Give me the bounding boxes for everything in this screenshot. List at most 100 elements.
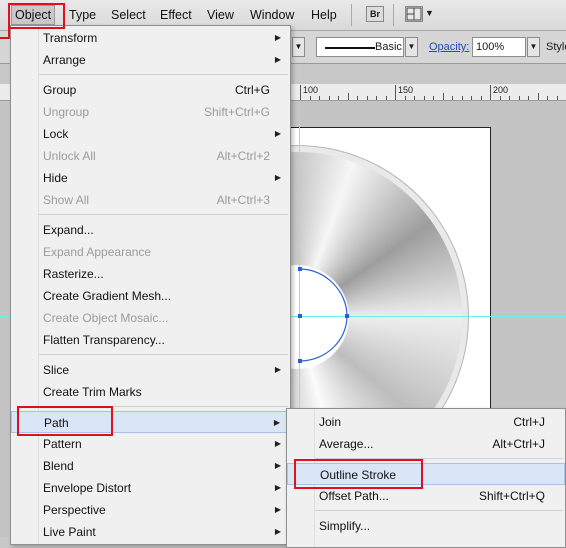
highlight-box-edge xyxy=(0,3,10,39)
ruler-tick xyxy=(481,96,482,100)
menu-item-label: Live Paint xyxy=(43,525,96,539)
ruler-label: 200 xyxy=(493,85,509,95)
ruler-tick xyxy=(395,85,396,100)
menu-item-show-all: Show All Alt+Ctrl+3 xyxy=(11,189,290,211)
menu-item-expand[interactable]: Expand... xyxy=(11,219,290,241)
ruler-tick xyxy=(329,96,330,100)
menu-item-label: Expand Appearance xyxy=(43,245,152,259)
ruler-tick xyxy=(424,96,425,100)
submenu-arrow-icon: ▶ xyxy=(274,173,281,182)
menu-item-label: Slice xyxy=(43,363,70,377)
ruler-tick xyxy=(509,96,510,100)
menu-item-perspective[interactable]: Perspective ▶ xyxy=(11,499,290,521)
grid-layout-icon[interactable] xyxy=(405,6,423,22)
submenu-arrow-icon: ▶ xyxy=(274,365,281,374)
menu-item-slice[interactable]: Slice ▶ xyxy=(11,359,290,381)
menu-item-shortcut: Ctrl+J xyxy=(513,415,545,429)
menu-item-label: Unlock All xyxy=(43,149,96,163)
menu-item-label: Hide xyxy=(43,171,68,185)
stroke-weight-dropdown[interactable]: ▼ xyxy=(292,37,305,57)
ruler-tick xyxy=(414,96,415,100)
menu-item-shortcut: Alt+Ctrl+J xyxy=(492,437,545,451)
ruler-tick xyxy=(310,96,311,100)
menu-item-flatten-transparency[interactable]: Flatten Transparency... xyxy=(11,329,290,351)
bridge-button[interactable]: Br xyxy=(366,6,384,22)
menu-item-label: Ungroup xyxy=(43,105,90,119)
submenu-arrow-icon: ▶ xyxy=(274,33,281,42)
menu-item-label: Create Gradient Mesh... xyxy=(43,289,172,303)
ruler-label: 150 xyxy=(398,85,414,95)
object-menu: Transform ▶ Arrange ▶ Group Ctrl+G Ungroup Shif… xyxy=(10,25,291,545)
menu-window[interactable]: Window xyxy=(247,6,297,24)
style-label[interactable]: Style xyxy=(546,41,566,53)
ruler-tick xyxy=(538,93,539,100)
ruler-tick xyxy=(376,96,377,100)
ruler-tick xyxy=(319,96,320,100)
submenu-arrow-icon: ▶ xyxy=(274,439,281,448)
submenu-arrow-icon: ▶ xyxy=(274,505,281,514)
menu-item-label: Create Trim Marks xyxy=(43,385,142,399)
menu-item-expand-appearance: Expand Appearance xyxy=(11,241,290,263)
highlight-box-outline-stroke xyxy=(294,459,423,489)
menu-item-envelope-distort[interactable]: Envelope Distort ▶ xyxy=(11,477,290,499)
menu-item-rasterize[interactable]: Rasterize... xyxy=(11,263,290,285)
menu-item-live-paint[interactable]: Live Paint ▶ xyxy=(11,521,290,543)
ruler-label: 100 xyxy=(303,85,319,95)
ruler-tick xyxy=(557,96,558,100)
ruler-tick xyxy=(405,96,406,100)
menu-item-label: Average... xyxy=(319,437,374,451)
menu-item-create-trim-marks[interactable]: Create Trim Marks xyxy=(11,381,290,403)
menu-item-label: Expand... xyxy=(43,223,94,237)
ruler-tick xyxy=(452,96,453,100)
menu-item-unlock-all: Unlock All Alt+Ctrl+2 xyxy=(11,145,290,167)
ruler-tick xyxy=(528,96,529,100)
opacity-label[interactable]: Opacity: xyxy=(429,41,469,53)
stroke-style-dropdown[interactable]: ▼ xyxy=(405,37,418,57)
menu-item-hide[interactable]: Hide ▶ xyxy=(11,167,290,189)
menu-item-create-object-mosaic: Create Object Mosaic... xyxy=(11,307,290,329)
menu-item-label: Create Object Mosaic... xyxy=(43,311,169,325)
chevron-down-icon[interactable]: ▼ xyxy=(425,8,434,18)
menu-view[interactable]: View xyxy=(204,6,237,24)
menu-item-label: Show All xyxy=(43,193,90,207)
submenu-arrow-icon: ▶ xyxy=(273,418,280,427)
submenu-arrow-icon: ▶ xyxy=(274,129,281,138)
stroke-style-select[interactable]: Basic xyxy=(316,37,404,57)
menu-item-arrange[interactable]: Arrange ▶ xyxy=(11,49,290,71)
opacity-dropdown[interactable]: ▼ xyxy=(527,37,540,57)
ruler-tick xyxy=(348,93,349,100)
menu-separator xyxy=(39,74,288,75)
menu-item-group[interactable]: Group Ctrl+G xyxy=(11,79,290,101)
opacity-input[interactable]: 100% xyxy=(472,37,526,57)
menu-separator xyxy=(351,4,352,26)
menu-item-shortcut: Shift+Ctrl+Q xyxy=(478,489,545,503)
menu-item-pattern[interactable]: Pattern ▶ xyxy=(11,433,290,455)
ruler-tick xyxy=(519,96,520,100)
menu-separator xyxy=(315,510,563,511)
ruler-tick xyxy=(462,96,463,100)
menu-item-label: Simplify... xyxy=(319,519,371,533)
menu-item-shortcut: Ctrl+G xyxy=(234,83,270,97)
menu-help[interactable]: Help xyxy=(308,6,340,24)
stroke-style-value: Basic xyxy=(375,41,402,53)
menu-item-blend[interactable]: Blend ▶ xyxy=(11,455,290,477)
menu-item-label: Arrange xyxy=(43,53,86,67)
menu-select[interactable]: Select xyxy=(108,6,149,24)
menu-item-label: Join xyxy=(319,415,342,429)
menu-item-lock[interactable]: Lock ▶ xyxy=(11,123,290,145)
submenu-item-average[interactable]: Average... Alt+Ctrl+J xyxy=(287,433,565,455)
ruler-tick xyxy=(357,96,358,100)
menu-item-shortcut: Shift+Ctrl+G xyxy=(203,105,270,119)
ruler-tick xyxy=(500,96,501,100)
menu-item-create-gradient-mesh[interactable]: Create Gradient Mesh... xyxy=(11,285,290,307)
menu-type[interactable]: Type xyxy=(66,6,99,24)
menu-item-label: Envelope Distort xyxy=(43,481,132,495)
menu-item-label: Lock xyxy=(43,127,69,141)
submenu-item-join[interactable]: Join Ctrl+J xyxy=(287,411,565,433)
menu-effect[interactable]: Effect xyxy=(157,6,195,24)
ruler-tick xyxy=(386,96,387,100)
menu-item-label: Flatten Transparency... xyxy=(43,333,165,347)
submenu-item-simplify[interactable]: Simplify... xyxy=(287,515,565,537)
ruler-tick xyxy=(300,85,301,100)
menu-item-transform[interactable]: Transform ▶ xyxy=(11,27,290,49)
